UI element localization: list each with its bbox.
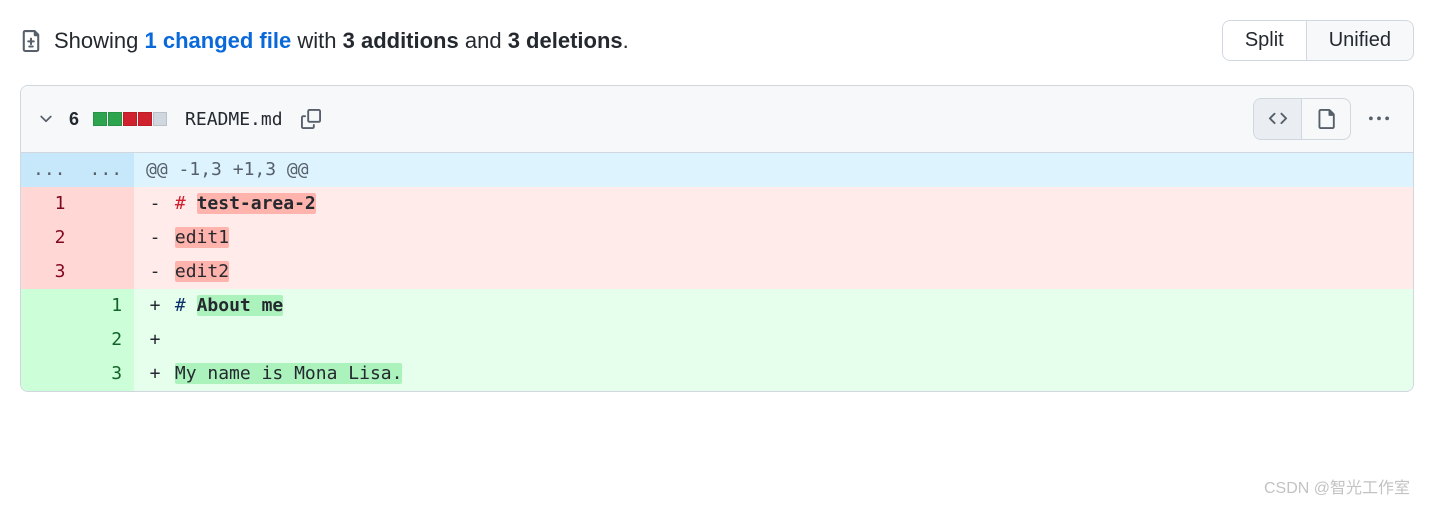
hunk-header-text: @@ -1,3 +1,3 @@	[134, 153, 1413, 187]
diff-summary-text: Showing 1 changed file with 3 additions …	[20, 28, 629, 54]
diffstat-block-add	[108, 112, 122, 126]
old-line-number[interactable]	[21, 323, 78, 357]
rendered-view-button[interactable]	[1302, 99, 1350, 139]
diff-line-del: 2 - edit1	[21, 221, 1413, 255]
diff-table: ... ... @@ -1,3 +1,3 @@ 1 - # test-area-2…	[21, 153, 1413, 391]
diff-tbody: ... ... @@ -1,3 +1,3 @@ 1 - # test-area-2…	[21, 153, 1413, 391]
summary-prefix: Showing	[54, 28, 138, 53]
new-line-number[interactable]: 2	[78, 323, 135, 357]
code-icon	[1268, 109, 1288, 129]
hunk-header-row: ... ... @@ -1,3 +1,3 @@	[21, 153, 1413, 187]
diff-line-del: 1 - # test-area-2	[21, 187, 1413, 221]
file-menu-button[interactable]	[1361, 101, 1397, 137]
chevron-down-icon[interactable]	[37, 110, 55, 128]
diff-line-add: 2+	[21, 323, 1413, 357]
diffstat-block-del	[138, 112, 152, 126]
copy-icon	[301, 109, 321, 129]
file-change-count: 6	[69, 109, 79, 130]
diff-line-add: 3+ My name is Mona Lisa.	[21, 357, 1413, 391]
new-line-number[interactable]: 1	[78, 289, 135, 323]
split-view-button[interactable]: Split	[1222, 20, 1306, 61]
file-icon	[1316, 109, 1336, 129]
source-view-button[interactable]	[1254, 99, 1302, 139]
diff-view-toggle: Split Unified	[1222, 20, 1414, 61]
new-line-number[interactable]	[78, 221, 135, 255]
view-mode-toggle	[1253, 98, 1351, 140]
unified-view-button[interactable]: Unified	[1306, 20, 1414, 61]
file-header: 6 README.md	[21, 86, 1413, 153]
code-cell[interactable]: + My name is Mona Lisa.	[134, 357, 1413, 391]
diff-summary-bar: Showing 1 changed file with 3 additions …	[20, 20, 1414, 61]
summary-suffix: .	[623, 28, 629, 53]
deletions-count: 3 deletions	[508, 28, 623, 53]
old-line-number[interactable]: 2	[21, 221, 78, 255]
summary-mid1: with	[297, 28, 336, 53]
old-line-number[interactable]: 3	[21, 255, 78, 289]
copy-path-button[interactable]	[293, 101, 329, 137]
code-cell[interactable]: - edit1	[134, 221, 1413, 255]
code-cell[interactable]: +	[134, 323, 1413, 357]
new-line-number[interactable]	[78, 187, 135, 221]
old-line-number[interactable]	[21, 357, 78, 391]
hunk-expand-old[interactable]: ...	[21, 153, 78, 187]
additions-count: 3 additions	[343, 28, 459, 53]
new-line-number[interactable]	[78, 255, 135, 289]
old-line-number[interactable]: 1	[21, 187, 78, 221]
old-line-number[interactable]	[21, 289, 78, 323]
hunk-expand-new[interactable]: ...	[78, 153, 135, 187]
diffstat-blocks	[93, 112, 167, 126]
kebab-horizontal-icon	[1368, 109, 1390, 129]
new-line-number[interactable]: 3	[78, 357, 135, 391]
changed-files-link[interactable]: 1 changed file	[145, 28, 292, 53]
file-header-left: 6 README.md	[37, 101, 329, 137]
diff-line-del: 3 - edit2	[21, 255, 1413, 289]
diffstat-block-del	[123, 112, 137, 126]
file-diff-icon	[20, 30, 42, 52]
code-cell[interactable]: - # test-area-2	[134, 187, 1413, 221]
summary-mid2: and	[465, 28, 502, 53]
diff-line-add: 1+ # About me	[21, 289, 1413, 323]
watermark: CSDN @智光工作室	[1264, 474, 1410, 498]
file-header-right	[1253, 98, 1397, 140]
code-cell[interactable]: + # About me	[134, 289, 1413, 323]
file-diff-container: 6 README.md	[20, 85, 1414, 392]
diffstat-block-add	[93, 112, 107, 126]
code-cell[interactable]: - edit2	[134, 255, 1413, 289]
diffstat-block-neutral	[153, 112, 167, 126]
filename[interactable]: README.md	[185, 109, 283, 130]
